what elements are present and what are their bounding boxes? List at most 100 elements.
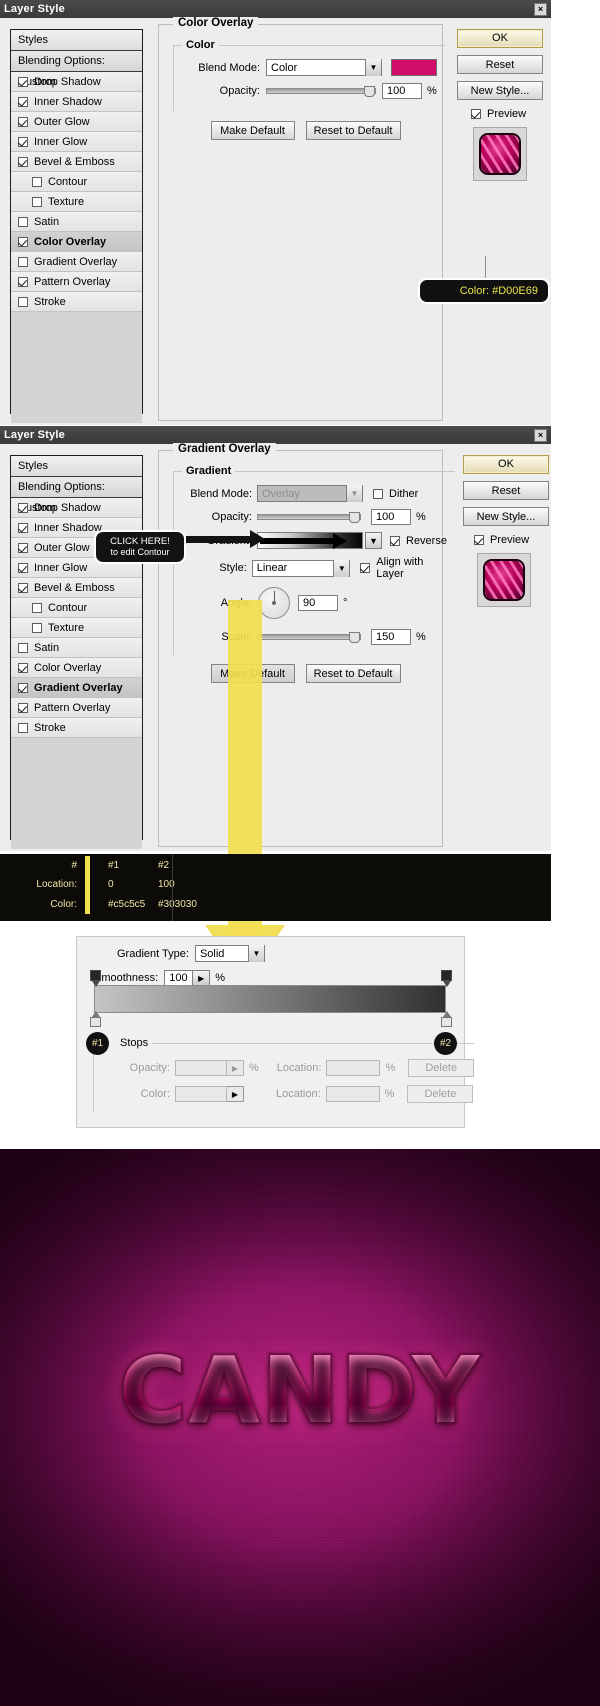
style-row-outer-glow[interactable]: Outer Glow: [11, 112, 142, 132]
checkbox-texture[interactable]: [32, 196, 42, 207]
opacity-slider[interactable]: [266, 84, 376, 98]
ok-button[interactable]: OK: [457, 29, 543, 48]
stop-location-input-2[interactable]: [325, 1086, 380, 1102]
checkbox-outer-glow[interactable]: [18, 116, 28, 127]
angle-input[interactable]: 90: [298, 595, 338, 611]
style-row-color-overlay[interactable]: Color Overlay: [11, 232, 142, 252]
style-row-contour[interactable]: Contour: [11, 598, 142, 618]
checkbox-bevel-emboss[interactable]: [18, 582, 28, 593]
checkbox-inner-glow[interactable]: [18, 562, 28, 573]
checkbox-gradient-overlay[interactable]: [18, 682, 28, 693]
style-row-texture[interactable]: Texture: [11, 192, 142, 212]
chevron-down-icon[interactable]: ▼: [365, 59, 381, 76]
checkbox-reverse[interactable]: [390, 535, 400, 546]
stop-location-input-1[interactable]: [326, 1060, 381, 1076]
blend-mode-select[interactable]: Overlay ▼: [257, 485, 363, 502]
gradient-ramp[interactable]: [94, 985, 446, 1013]
preview-checkbox-row[interactable]: Preview: [457, 108, 543, 120]
checkbox-color-overlay[interactable]: [18, 662, 28, 673]
angle-dial[interactable]: [258, 587, 290, 619]
checkbox-align-with-layer[interactable]: [360, 563, 371, 573]
checkbox-preview[interactable]: [471, 109, 481, 119]
gradient-stop-bottom-right[interactable]: [441, 1011, 452, 1027]
checkbox-outer-glow[interactable]: [18, 542, 28, 553]
chevron-down-icon[interactable]: ▼: [333, 559, 350, 577]
slider-knob[interactable]: [349, 632, 360, 643]
new-style-button[interactable]: New Style...: [463, 507, 549, 526]
delete-opacity-stop-button[interactable]: Delete: [408, 1059, 475, 1077]
reverse-checkbox-row[interactable]: Reverse: [390, 535, 447, 547]
styles-header[interactable]: Styles: [11, 456, 142, 477]
preview-checkbox-row[interactable]: Preview: [463, 534, 549, 546]
checkbox-drop-shadow[interactable]: [18, 502, 28, 513]
checkbox-contour[interactable]: [32, 176, 42, 187]
checkbox-stroke[interactable]: [18, 296, 28, 307]
checkbox-bevel-emboss[interactable]: [18, 156, 28, 167]
style-row-satin[interactable]: Satin: [11, 638, 142, 658]
reset-button[interactable]: Reset: [457, 55, 543, 74]
style-row-pattern-overlay[interactable]: Pattern Overlay: [11, 272, 142, 292]
checkbox-contour[interactable]: [32, 602, 42, 613]
blending-options-row[interactable]: Blending Options: Custom: [11, 477, 142, 514]
gradient-style-select[interactable]: Linear ▼: [251, 559, 351, 577]
style-row-bevel-emboss[interactable]: Bevel & Emboss: [11, 578, 142, 598]
stop-opacity-spinner[interactable]: ▶: [227, 1060, 244, 1076]
style-row-stroke[interactable]: Stroke: [11, 718, 142, 738]
blending-options-row[interactable]: Blending Options: Custom: [11, 51, 142, 88]
checkbox-inner-glow[interactable]: [18, 136, 28, 147]
reset-to-default-button[interactable]: Reset to Default: [305, 121, 401, 140]
checkbox-drop-shadow[interactable]: [18, 76, 28, 87]
checkbox-satin[interactable]: [18, 642, 28, 653]
checkbox-inner-shadow[interactable]: [18, 522, 28, 533]
style-row-gradient-overlay[interactable]: Gradient Overlay: [11, 252, 142, 272]
smoothness-spinner[interactable]: ▶: [193, 970, 211, 986]
style-row-texture[interactable]: Texture: [11, 618, 142, 638]
checkbox-stroke[interactable]: [18, 722, 28, 733]
opacity-slider[interactable]: [257, 510, 361, 524]
checkbox-inner-shadow[interactable]: [18, 96, 28, 107]
color-swatch[interactable]: [391, 59, 437, 76]
style-row-inner-glow[interactable]: Inner Glow: [11, 132, 142, 152]
ok-button[interactable]: OK: [463, 455, 549, 474]
checkbox-satin[interactable]: [18, 216, 28, 227]
checkbox-gradient-overlay[interactable]: [18, 256, 28, 267]
checkbox-dither[interactable]: [373, 488, 383, 499]
checkbox-texture[interactable]: [32, 622, 42, 633]
align-with-layer-row[interactable]: Align with Layer: [360, 556, 447, 580]
style-row-stroke[interactable]: Stroke: [11, 292, 142, 312]
scale-input[interactable]: 150: [371, 629, 411, 645]
style-row-gradient-overlay[interactable]: Gradient Overlay: [11, 678, 142, 698]
style-row-inner-shadow[interactable]: Inner Shadow: [11, 92, 142, 112]
style-row-pattern-overlay[interactable]: Pattern Overlay: [11, 698, 142, 718]
gradient-stop-bottom-left[interactable]: [90, 1011, 101, 1027]
chevron-down-icon[interactable]: ▼: [346, 485, 362, 502]
style-row-satin[interactable]: Satin: [11, 212, 142, 232]
make-default-button[interactable]: Make Default: [210, 121, 295, 140]
checkbox-pattern-overlay[interactable]: [18, 276, 28, 287]
reset-button[interactable]: Reset: [463, 481, 549, 500]
delete-color-stop-button[interactable]: Delete: [407, 1085, 474, 1103]
dither-checkbox-row[interactable]: Dither: [373, 488, 418, 500]
stop-opacity-input[interactable]: [175, 1060, 227, 1076]
gradient-stop-top-right[interactable]: [441, 970, 452, 987]
chevron-down-icon[interactable]: ▼: [247, 945, 264, 962]
smoothness-input[interactable]: 100: [164, 970, 194, 986]
gradient-type-select[interactable]: Solid ▼: [194, 945, 265, 962]
blend-mode-select[interactable]: Color ▼: [266, 59, 382, 76]
checkbox-color-overlay[interactable]: [18, 236, 28, 247]
new-style-button[interactable]: New Style...: [457, 81, 543, 100]
style-row-contour[interactable]: Contour: [11, 172, 142, 192]
close-icon[interactable]: ×: [534, 428, 547, 442]
opacity-input[interactable]: 100: [371, 509, 411, 525]
gradient-stop-top-left[interactable]: [90, 970, 101, 987]
stop-color-input[interactable]: [175, 1086, 227, 1102]
close-icon[interactable]: ×: [534, 2, 547, 16]
reset-to-default-button[interactable]: Reset to Default: [305, 664, 401, 683]
styles-header[interactable]: Styles: [11, 30, 142, 51]
gradient-preview-bar[interactable]: [257, 532, 363, 549]
opacity-input[interactable]: 100: [382, 83, 422, 99]
style-row-color-overlay[interactable]: Color Overlay: [11, 658, 142, 678]
scale-slider[interactable]: [257, 630, 361, 644]
stop-color-picker-button[interactable]: ▶: [227, 1086, 244, 1102]
checkbox-preview[interactable]: [474, 535, 484, 545]
